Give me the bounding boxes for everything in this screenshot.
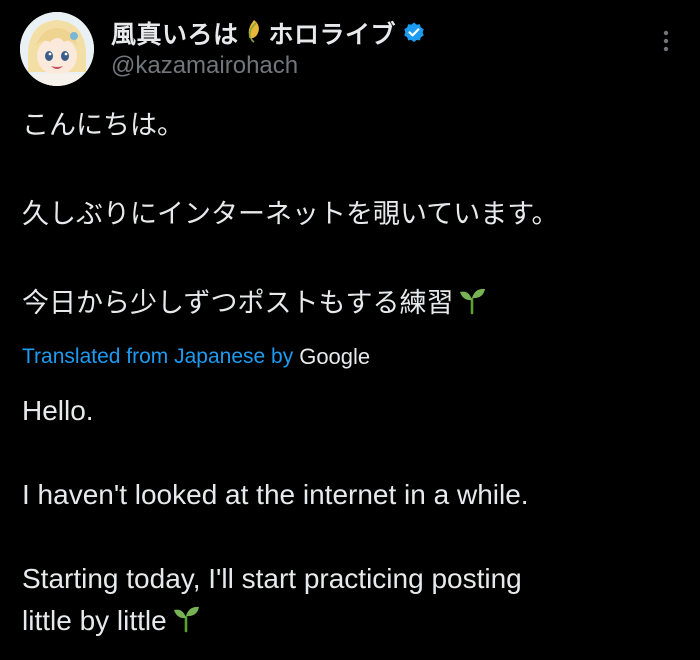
translated-line: Starting today, I'll start practicing po…	[22, 563, 522, 594]
display-name-suffix[interactable]: ホロライブ	[269, 15, 397, 51]
translation-attribution: Translated from Japanese by Google	[22, 342, 370, 372]
verified-badge-icon	[402, 21, 426, 45]
author-name-row[interactable]: 風真いろは ホロライブ	[111, 16, 426, 50]
translated-line: I haven't looked at the internet in a wh…	[22, 479, 529, 510]
avatar-image	[20, 12, 94, 86]
original-line: 今日から少しずつポストもする練習	[22, 287, 454, 319]
seedling-icon	[457, 285, 487, 329]
tweet-translated-text: Hello. I haven't looked at the internet i…	[22, 390, 682, 645]
more-options-button[interactable]	[652, 26, 680, 60]
translated-from-link[interactable]: Translated from Japanese by	[22, 345, 293, 369]
leaf-icon	[245, 18, 263, 48]
author-handle[interactable]: @kazamairohach	[111, 52, 298, 80]
translated-line: little by little	[22, 605, 167, 636]
original-line: こんにちは。	[22, 110, 184, 141]
tweet: 風真いろは ホロライブ @kazamairohach こんにちは。 久しぶりにイ…	[0, 0, 700, 660]
more-options-icon	[663, 30, 669, 56]
display-name[interactable]: 風真いろは	[111, 15, 239, 51]
seedling-icon	[171, 603, 201, 645]
tweet-original-text: こんにちは。久しぶりにインターネットを覗いています。 今日から少しずつポストもする…	[22, 104, 682, 329]
translated-line: Hello.	[22, 395, 94, 426]
original-line: 久しぶりにインターネットを覗いています。	[22, 198, 559, 230]
google-logo: Google	[299, 344, 371, 369]
avatar[interactable]	[20, 12, 94, 86]
